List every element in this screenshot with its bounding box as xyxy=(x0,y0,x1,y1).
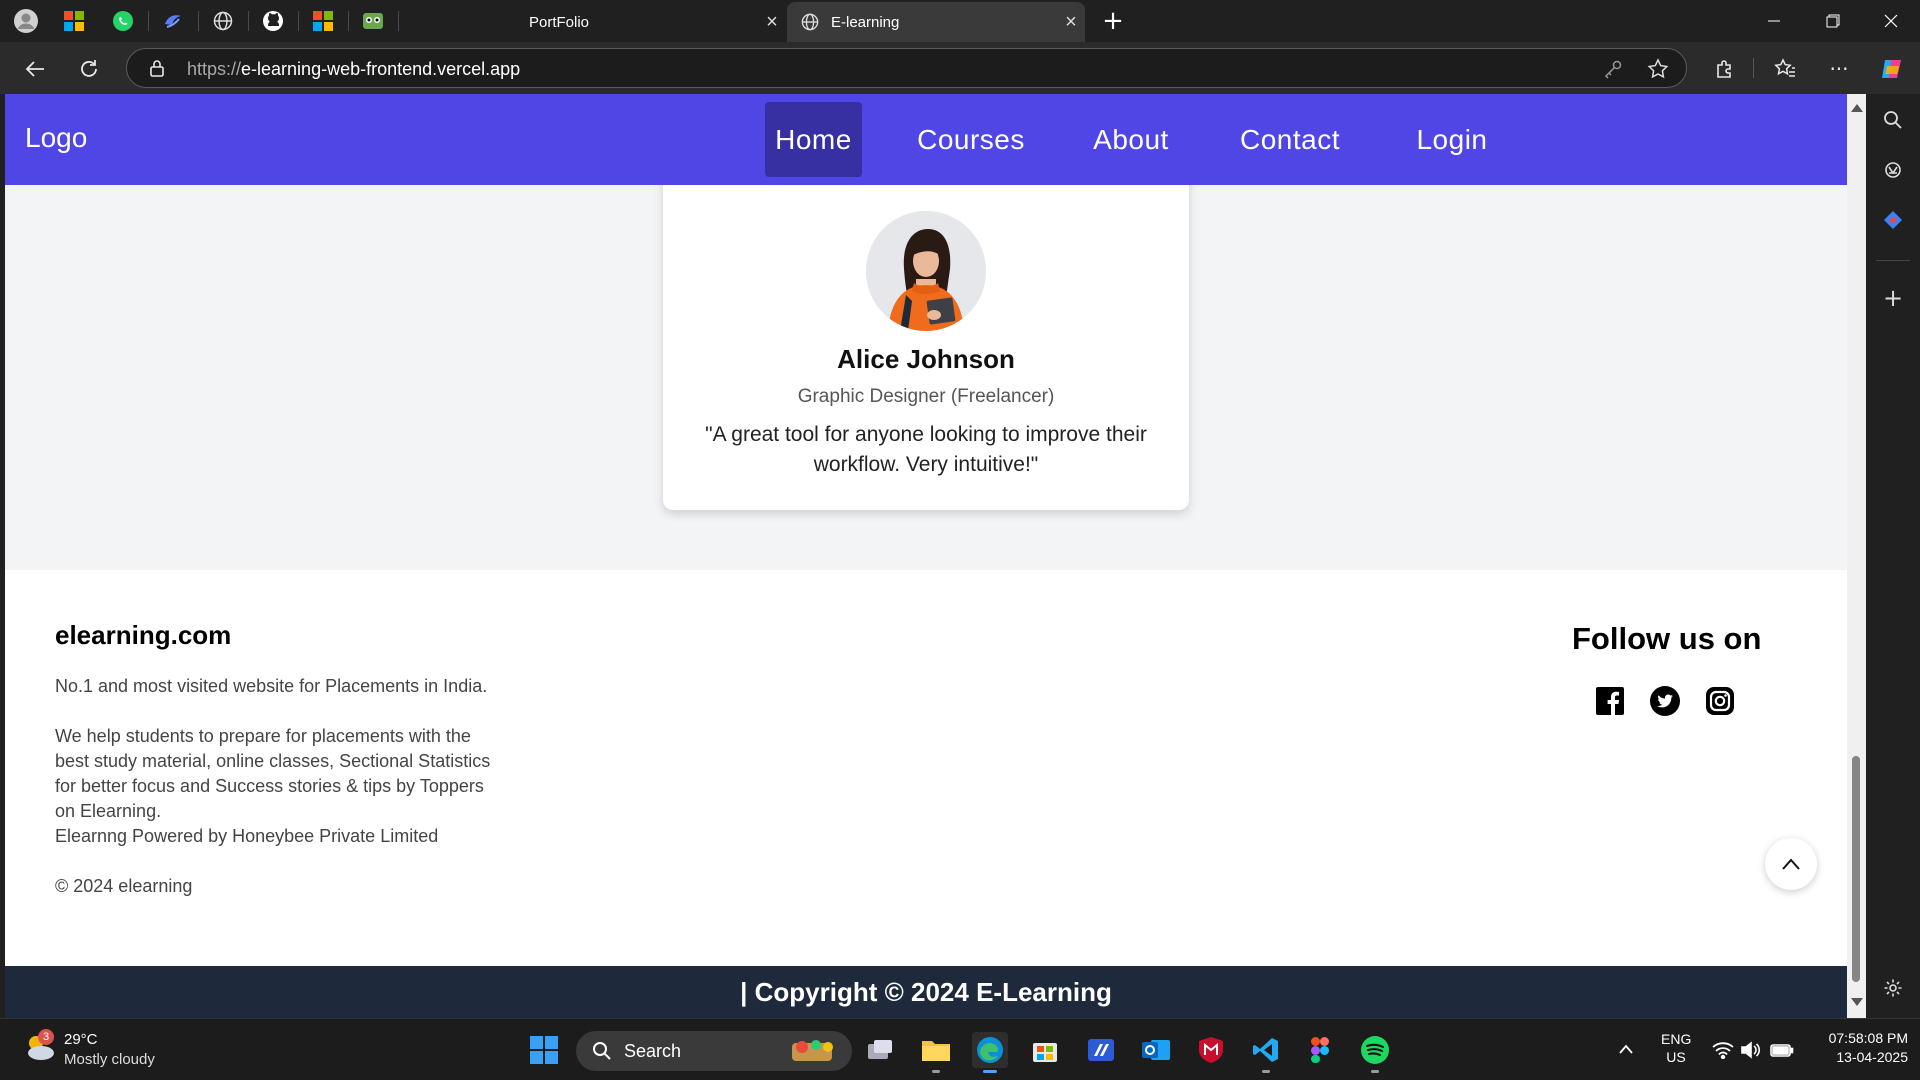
scroll-up-arrow-icon[interactable] xyxy=(1851,104,1863,112)
favorites-icon[interactable] xyxy=(1770,54,1800,84)
app-tab-icon[interactable] xyxy=(361,9,385,33)
page-viewport: Alice Johnson Graphic Designer (Freelanc… xyxy=(5,94,1847,1018)
tab-label: PortFolio xyxy=(529,13,590,31)
scroll-to-top-button[interactable] xyxy=(1765,838,1817,890)
nav-login[interactable]: Login xyxy=(1405,102,1499,177)
wifi-icon[interactable] xyxy=(1712,1041,1734,1064)
instagram-icon[interactable] xyxy=(1705,686,1735,716)
language-indicator[interactable]: ENG US xyxy=(1661,1031,1691,1065)
battery-icon[interactable] xyxy=(1770,1041,1794,1064)
tab-portfolio[interactable]: PortFolio × xyxy=(412,2,786,42)
tray-chevron-up-icon[interactable] xyxy=(1618,1041,1634,1059)
edge-browser-icon[interactable] xyxy=(972,1032,1008,1073)
scrollbar-thumb[interactable] xyxy=(1852,756,1860,982)
task-view-icon[interactable] xyxy=(862,1032,898,1068)
close-window-button[interactable] xyxy=(1862,0,1920,42)
weather-widget[interactable]: 3 xyxy=(22,1029,56,1070)
favorite-star-icon[interactable] xyxy=(1647,58,1669,84)
testimonial-card: Alice Johnson Graphic Designer (Freelanc… xyxy=(663,154,1189,510)
testimonial-quote: "A great tool for anyone looking to impr… xyxy=(705,423,1147,476)
microsoft-store-tab-icon[interactable] xyxy=(62,9,86,33)
browser-sidebar: + xyxy=(1866,94,1920,1018)
url-text[interactable]: https://e-learning-web-frontend.vercel.a… xyxy=(187,59,520,80)
scroll-down-arrow-icon[interactable] xyxy=(1851,998,1863,1006)
extension-tab-icon[interactable] xyxy=(161,9,185,33)
globe-tab-icon[interactable] xyxy=(211,9,235,33)
windows-start-icon[interactable] xyxy=(526,1032,562,1068)
testimonial-role: Graphic Designer (Freelancer) xyxy=(797,386,1055,407)
volume-icon[interactable] xyxy=(1741,1041,1761,1064)
footer-copyright: © 2024 elearning xyxy=(55,876,193,896)
weather-badge: 3 xyxy=(38,1029,54,1045)
minimize-button[interactable] xyxy=(1745,0,1803,42)
profile-avatar-icon[interactable] xyxy=(14,9,38,33)
footer-tagline: No.1 and most visited website for Placem… xyxy=(55,676,488,696)
browser-title-bar: PortFolio × E-learning × + xyxy=(0,0,1920,42)
search-icon[interactable] xyxy=(1879,106,1907,134)
taskbar-search[interactable]: Search xyxy=(576,1031,852,1071)
twitter-icon[interactable] xyxy=(1650,686,1680,716)
spotify-icon[interactable] xyxy=(1357,1032,1393,1073)
add-sidebar-icon[interactable]: + xyxy=(1879,284,1907,312)
github-tab-icon[interactable] xyxy=(261,9,285,33)
microsoft-store-icon[interactable] xyxy=(1027,1032,1063,1068)
follow-heading: Follow us on xyxy=(1572,621,1762,656)
file-explorer-icon[interactable] xyxy=(918,1032,954,1073)
password-key-icon[interactable] xyxy=(1603,59,1623,83)
mcafee-icon[interactable] xyxy=(1193,1032,1229,1068)
site-logo[interactable]: Logo xyxy=(25,122,87,154)
outlook-icon[interactable] xyxy=(1138,1032,1174,1068)
lock-icon[interactable] xyxy=(149,59,165,81)
search-highlight-icon xyxy=(788,1035,840,1070)
page-scrollbar[interactable] xyxy=(1847,94,1866,1018)
footer-brand: elearning.com xyxy=(55,620,232,650)
tab-label: E-learning xyxy=(831,13,900,31)
nav-about[interactable]: About xyxy=(1083,102,1179,177)
figma-icon[interactable] xyxy=(1302,1032,1338,1068)
nav-courses[interactable]: Courses xyxy=(910,102,1032,177)
whatsapp-tab-icon[interactable] xyxy=(111,9,135,33)
extensions-icon[interactable] xyxy=(1710,54,1740,84)
settings-gear-icon[interactable] xyxy=(1879,974,1907,1002)
footer-powered-by: Elearnng Powered by Honeybee Private Lim… xyxy=(55,826,439,846)
site-navbar: Logo Home Courses About Contact Login xyxy=(5,94,1847,185)
back-button[interactable] xyxy=(20,54,50,84)
nav-contact[interactable]: Contact xyxy=(1229,102,1351,177)
windows-taskbar: 3 29°C Mostly cloudy Search ENG US 07:58… xyxy=(0,1018,1920,1080)
close-tab-icon[interactable]: × xyxy=(1057,11,1085,34)
avatar xyxy=(866,211,986,331)
browser-toolbar: https://e-learning-web-frontend.vercel.a… xyxy=(0,42,1920,94)
copyright-bar: | Copyright © 2024 E-Learning xyxy=(5,966,1847,1018)
nav-home[interactable]: Home xyxy=(765,102,862,177)
close-tab-icon[interactable]: × xyxy=(758,11,786,34)
clock-date: 13-04-2025 xyxy=(1836,1049,1908,1065)
facebook-icon[interactable] xyxy=(1595,686,1625,716)
more-options-icon[interactable]: ··· xyxy=(1824,54,1854,84)
testimonial-name: Alice Johnson xyxy=(837,344,1015,374)
microsoft-tab-icon[interactable] xyxy=(311,9,335,33)
copilot-icon[interactable] xyxy=(1877,54,1907,84)
restore-button[interactable] xyxy=(1804,0,1862,42)
refresh-button[interactable] xyxy=(74,54,104,84)
tab-e-learning[interactable]: E-learning × xyxy=(787,2,1085,42)
taskbar-search-label: Search xyxy=(624,1040,682,1061)
footer-description: We help students to prepare for placemen… xyxy=(55,726,491,821)
globe-icon xyxy=(795,13,825,31)
weather-temperature: 29°C xyxy=(64,1031,98,1048)
system-clock[interactable]: 07:58:08 PM 13-04-2025 xyxy=(1802,1030,1908,1065)
address-bar[interactable]: https://e-learning-web-frontend.vercel.a… xyxy=(126,48,1687,88)
vscode-icon[interactable] xyxy=(1248,1032,1284,1073)
clock-time: 07:58:08 PM xyxy=(1828,1030,1908,1046)
new-tab-button[interactable]: + xyxy=(1083,0,1143,42)
vscode-insiders-icon[interactable] xyxy=(1083,1032,1119,1068)
chatgpt-icon[interactable] xyxy=(1879,156,1907,184)
site-footer: elearning.com No.1 and most visited webs… xyxy=(5,570,1847,966)
weather-description: Mostly cloudy xyxy=(64,1051,155,1068)
tools-icon[interactable] xyxy=(1879,206,1907,234)
search-icon xyxy=(593,1042,611,1060)
